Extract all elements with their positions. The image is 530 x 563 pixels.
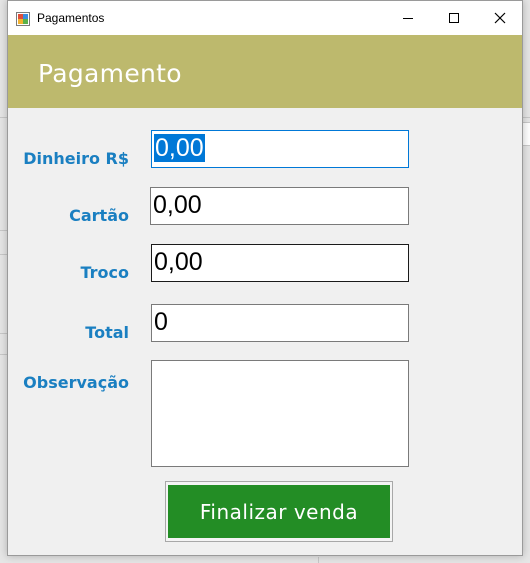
- page-title: Pagamento: [38, 59, 182, 88]
- total-input[interactable]: 0: [151, 304, 409, 342]
- app-window-icon: [16, 12, 30, 26]
- finalizar-venda-label: Finalizar venda: [199, 499, 359, 524]
- observacao-textarea[interactable]: [151, 360, 409, 467]
- cartao-label: Cartão: [69, 206, 129, 225]
- payment-dialog: Pagamentos Pagamento Dinheiro R$ 0,00 Ca…: [7, 0, 523, 556]
- dinheiro-input[interactable]: 0,00: [151, 130, 409, 168]
- close-icon: [494, 12, 506, 24]
- minimize-icon: [403, 18, 413, 19]
- troco-label: Troco: [80, 263, 129, 282]
- maximize-icon: [449, 13, 459, 23]
- observacao-label: Observação: [23, 373, 129, 392]
- finish-button-frame: Finalizar venda: [165, 481, 393, 542]
- total-label: Total: [85, 323, 129, 342]
- maximize-button[interactable]: [431, 1, 477, 35]
- dinheiro-value: 0,00: [154, 134, 205, 162]
- dinheiro-label: Dinheiro R$: [23, 149, 129, 168]
- troco-value: 0,00: [154, 248, 203, 276]
- cartao-value: 0,00: [153, 191, 202, 219]
- background-divider: [318, 557, 319, 563]
- cartao-input[interactable]: 0,00: [150, 187, 409, 225]
- window-title: Pagamentos: [37, 11, 105, 25]
- finalizar-venda-button[interactable]: Finalizar venda: [168, 485, 390, 538]
- minimize-button[interactable]: [385, 1, 431, 35]
- header-band: Pagamento: [8, 35, 522, 108]
- close-button[interactable]: [477, 1, 523, 35]
- troco-input[interactable]: 0,00: [151, 244, 409, 282]
- title-bar: Pagamentos: [8, 1, 522, 35]
- total-value: 0: [154, 308, 168, 336]
